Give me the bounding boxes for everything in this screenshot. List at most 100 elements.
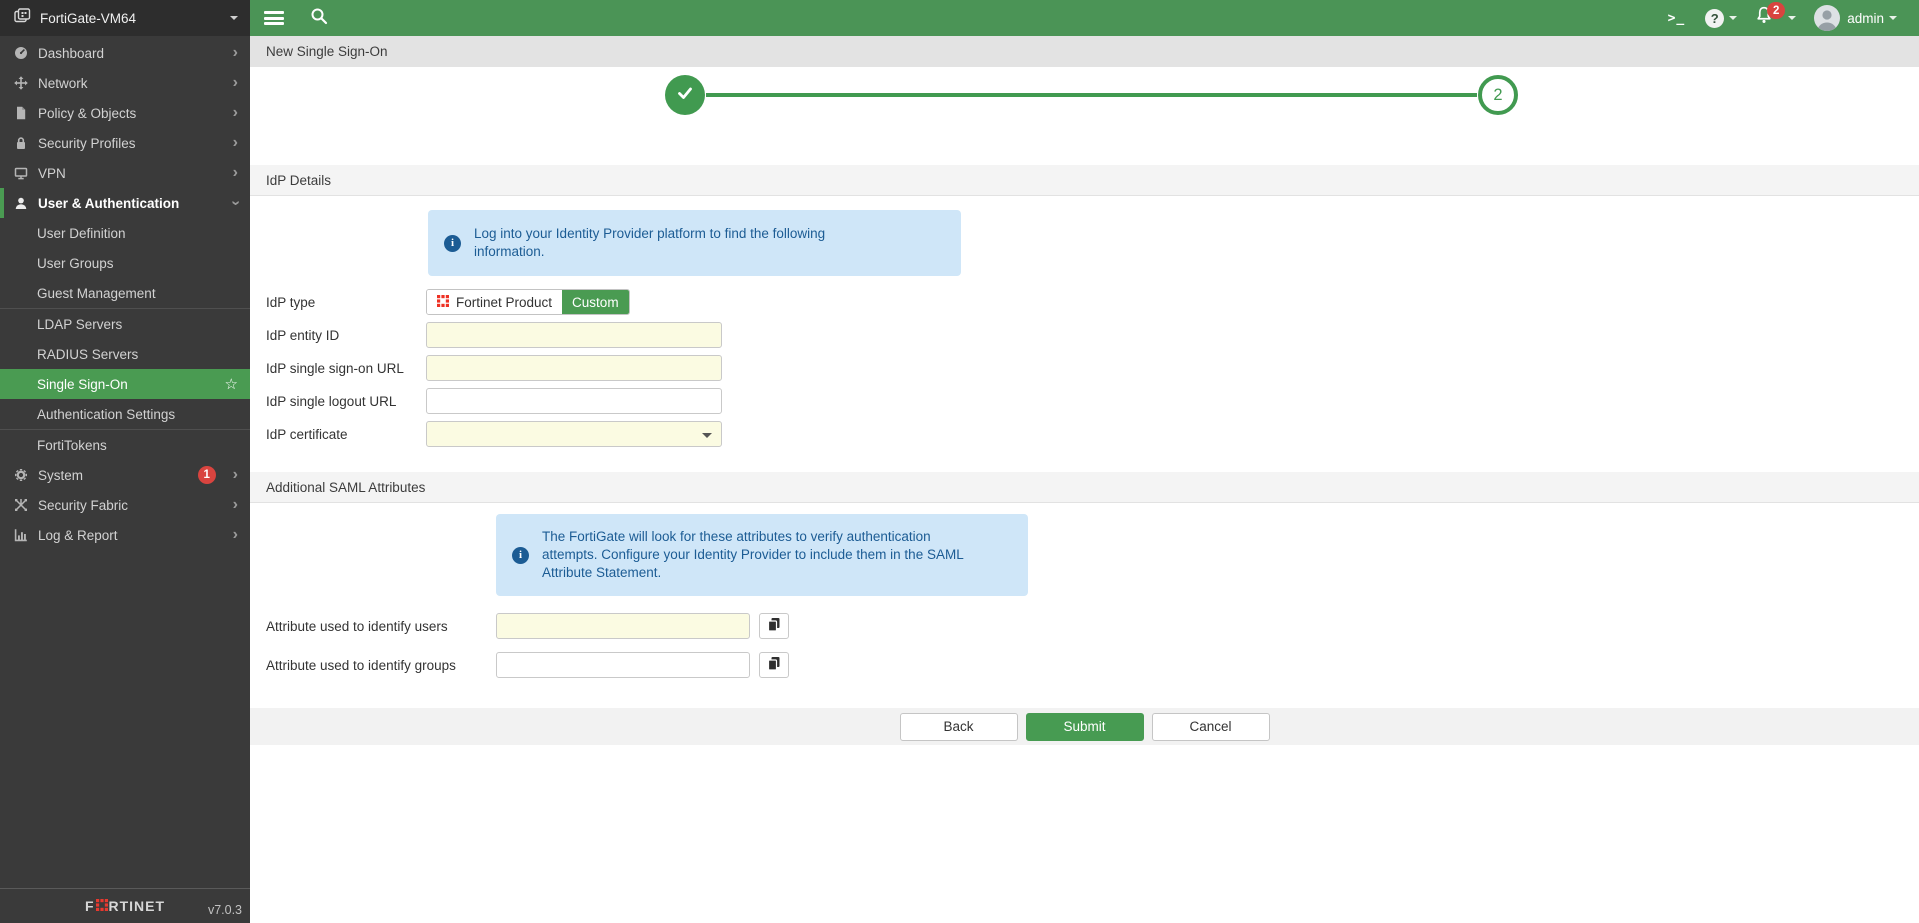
sidebar-item-label: Single Sign-On: [37, 377, 128, 392]
field-label: IdP type: [266, 295, 426, 310]
avatar: [1814, 5, 1840, 31]
attribute-groups-input[interactable]: [496, 652, 750, 678]
sidebar-item-single-sign-on[interactable]: Single Sign-On ☆: [0, 369, 250, 399]
sidebar-item-label: User & Authentication: [38, 196, 179, 211]
sidebar-item-fortitokens[interactable]: FortiTokens: [0, 430, 250, 460]
alert-count-badge: 1: [198, 466, 216, 484]
attribute-users-row: Attribute used to identify users: [250, 613, 1919, 639]
sidebar-item-label: Security Profiles: [38, 136, 136, 151]
sidebar-item-label: VPN: [38, 166, 66, 181]
sidebar-item-user-authentication[interactable]: User & Authentication ›: [0, 188, 250, 218]
bar-chart-icon: [13, 528, 29, 542]
info-text: The FortiGate will look for these attrib…: [542, 528, 978, 583]
idp-entity-id-row: IdP entity ID: [250, 322, 1919, 348]
sidebar-item-user-groups[interactable]: User Groups: [0, 248, 250, 278]
idp-entity-id-input[interactable]: [426, 322, 722, 348]
sidebar-item-label: RADIUS Servers: [37, 347, 138, 362]
sidebar-item-label: Authentication Settings: [37, 407, 175, 422]
chevron-down-icon: [1889, 16, 1897, 20]
sidebar-item-log-report[interactable]: Log & Report ›: [0, 520, 250, 550]
idp-sso-url-input[interactable]: [426, 355, 722, 381]
sidebar-item-label: User Definition: [37, 226, 126, 241]
chevron-down-icon: [702, 433, 712, 438]
notification-count-badge: 2: [1767, 2, 1785, 19]
idp-certificate-select[interactable]: [426, 421, 722, 447]
chevron-right-icon: ›: [233, 75, 238, 91]
admin-username: admin: [1847, 11, 1884, 26]
topbar: >_ ? 2 admin: [250, 0, 1919, 36]
brand-letter: F: [85, 898, 95, 914]
notifications-menu[interactable]: 2: [1755, 6, 1796, 30]
field-label: IdP single sign-on URL: [266, 361, 426, 376]
idp-type-option-fortinet-product[interactable]: Fortinet Product: [427, 290, 562, 314]
device-selector[interactable]: FortiGate-VM64: [0, 0, 250, 36]
field-label: Attribute used to identify groups: [266, 658, 496, 673]
search-icon[interactable]: [310, 7, 328, 30]
field-label: IdP single logout URL: [266, 394, 426, 409]
main-content: New Single Sign-On 2 IdP Details i Log i…: [250, 36, 1919, 923]
sidebar-item-policy-objects[interactable]: Policy & Objects ›: [0, 98, 250, 128]
document-icon: [13, 106, 29, 120]
check-icon: [675, 83, 695, 108]
field-label: Attribute used to identify users: [266, 619, 496, 634]
attribute-users-input[interactable]: [496, 613, 750, 639]
sidebar-item-vpn[interactable]: VPN ›: [0, 158, 250, 188]
fortigate-app: FortiGate-VM64 Dashboard › Network › Pol…: [0, 0, 1919, 923]
cli-console-icon[interactable]: >_: [1668, 11, 1686, 26]
copy-users-attribute-button[interactable]: [759, 613, 789, 639]
chevron-right-icon: ›: [233, 467, 238, 483]
help-icon: ?: [1705, 9, 1724, 28]
help-menu[interactable]: ?: [1705, 9, 1737, 28]
sidebar-item-network[interactable]: Network ›: [0, 68, 250, 98]
gear-icon: [13, 468, 29, 482]
idp-details-section: i Log into your Identity Provider platfo…: [250, 196, 1919, 447]
sidebar-item-label: Security Fabric: [38, 498, 128, 513]
sidebar-item-guest-management[interactable]: Guest Management: [0, 278, 250, 308]
fortinet-grid-icon: [437, 295, 449, 310]
sidebar: FortiGate-VM64 Dashboard › Network › Pol…: [0, 0, 250, 923]
menu-icon[interactable]: [264, 11, 284, 25]
cancel-button[interactable]: Cancel: [1152, 713, 1270, 741]
sidebar-item-radius-servers[interactable]: RADIUS Servers: [0, 339, 250, 369]
brand-letters: RTINET: [109, 898, 166, 914]
wizard-step-2-current: 2: [1478, 75, 1518, 115]
sidebar-item-label: LDAP Servers: [37, 317, 122, 332]
monitor-icon: [13, 166, 29, 180]
idp-type-segmented-control: Fortinet Product Custom: [426, 289, 630, 315]
wizard: 2: [250, 67, 1919, 165]
wizard-step-1-complete: [665, 75, 705, 115]
submit-button[interactable]: Submit: [1026, 713, 1144, 741]
sidebar-item-label: Log & Report: [38, 528, 118, 543]
info-box-saml: i The FortiGate will look for these attr…: [496, 514, 1028, 596]
chevron-down-icon: [1788, 16, 1796, 20]
chevron-down-icon: [230, 16, 238, 20]
firmware-version: v7.0.3: [208, 903, 242, 917]
section-header-idp-details: IdP Details: [250, 165, 1919, 196]
user-icon: [13, 196, 29, 210]
sidebar-item-dashboard[interactable]: Dashboard ›: [0, 38, 250, 68]
copy-icon: [767, 617, 781, 635]
sidebar-item-user-definition[interactable]: User Definition: [0, 218, 250, 248]
chevron-right-icon: ›: [233, 45, 238, 61]
favorite-star-icon[interactable]: ☆: [225, 375, 238, 393]
option-label: Fortinet Product: [456, 295, 552, 310]
sidebar-item-security-profiles[interactable]: Security Profiles ›: [0, 128, 250, 158]
field-label: IdP certificate: [266, 427, 426, 442]
idp-type-option-custom[interactable]: Custom: [562, 290, 629, 314]
sidebar-item-label: Dashboard: [38, 46, 104, 61]
sidebar-item-authentication-settings[interactable]: Authentication Settings: [0, 399, 250, 429]
page-title: New Single Sign-On: [250, 36, 1919, 67]
sidebar-item-security-fabric[interactable]: Security Fabric ›: [0, 490, 250, 520]
chevron-down-icon: ›: [227, 200, 243, 205]
sidebar-item-system[interactable]: System 1 ›: [0, 460, 250, 490]
sidebar-item-label: Guest Management: [37, 286, 156, 301]
admin-menu[interactable]: admin: [1814, 5, 1897, 31]
back-button[interactable]: Back: [900, 713, 1018, 741]
saml-attributes-section: i The FortiGate will look for these attr…: [250, 503, 1919, 678]
sidebar-item-ldap-servers[interactable]: LDAP Servers: [0, 309, 250, 339]
sidebar-footer: F RTINET v7.0.3: [0, 888, 250, 923]
idp-slo-url-input[interactable]: [426, 388, 722, 414]
idp-sso-url-row: IdP single sign-on URL: [250, 355, 1919, 381]
chevron-down-icon: [1729, 16, 1737, 20]
copy-groups-attribute-button[interactable]: [759, 652, 789, 678]
